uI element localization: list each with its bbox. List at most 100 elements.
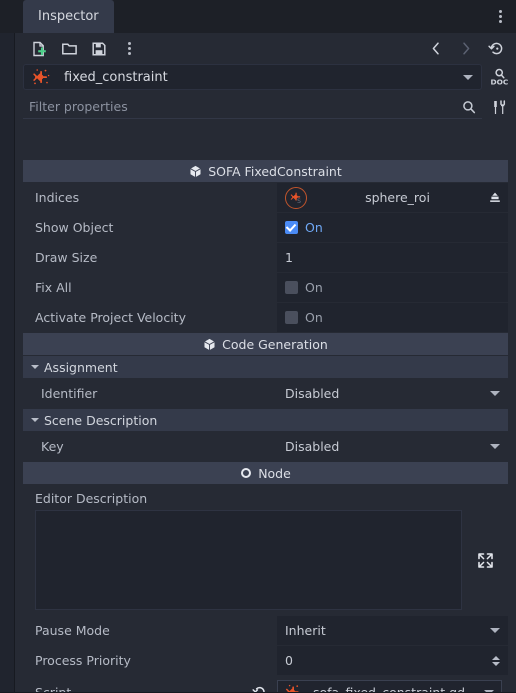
- subsection-header-scene-description[interactable]: Scene Description: [23, 409, 508, 431]
- history-rotate-icon: [487, 42, 502, 55]
- property-value-indices-text: sphere_roi: [365, 190, 430, 205]
- editor-description-textarea[interactable]: [35, 510, 462, 610]
- new-resource-button[interactable]: [25, 36, 53, 62]
- identifier-value-text: Disabled: [285, 386, 340, 401]
- property-label-fix-all: Fix All: [23, 273, 277, 302]
- open-resource-button[interactable]: [55, 36, 83, 62]
- object-selector-name: fixed_constraint: [64, 69, 168, 85]
- section-header-code-generation[interactable]: Code Generation: [23, 333, 508, 355]
- clear-node-icon[interactable]: [488, 191, 502, 205]
- chevron-down-icon: [31, 365, 39, 369]
- property-value-show-object[interactable]: On: [277, 213, 508, 242]
- svg-text:DOC: DOC: [490, 78, 508, 87]
- key-dropdown[interactable]: Disabled: [277, 432, 508, 461]
- property-row-fix-all: Fix All On: [23, 273, 508, 302]
- tab-inspector-label: Inspector: [38, 9, 99, 24]
- chevron-down-icon: [31, 418, 39, 422]
- properties-list: SOFA FixedConstraint Indices S sphere_ro…: [23, 160, 508, 693]
- filter-row: Filter properties: [15, 94, 516, 120]
- chevron-down-icon: [463, 74, 473, 80]
- svg-text:S: S: [297, 198, 301, 205]
- section-header-label: Node: [258, 465, 291, 481]
- property-label-indices: Indices: [23, 183, 277, 212]
- subsection-header-label: Scene Description: [44, 412, 158, 428]
- sofa-snowflake-icon: [33, 69, 50, 85]
- chevron-right-icon: [463, 42, 470, 55]
- editor-description-expand-button[interactable]: [462, 510, 508, 610]
- tab-menu-button[interactable]: [486, 0, 514, 33]
- object-selector[interactable]: fixed_constraint: [23, 64, 482, 90]
- filter-properties-input[interactable]: Filter properties: [23, 95, 482, 119]
- more-options-button[interactable]: [115, 36, 143, 62]
- property-row-show-object: Show Object On: [23, 213, 508, 242]
- history-back-button[interactable]: [422, 36, 450, 62]
- up-down-stepper-icon[interactable]: [492, 655, 500, 666]
- script-resource-field[interactable]: sofa_fixed_constraint.gd: [277, 679, 502, 693]
- property-row-indices: Indices S sphere_roi: [23, 183, 508, 212]
- property-value-fix-all[interactable]: On: [277, 273, 508, 302]
- history-forward-button[interactable]: [452, 36, 480, 62]
- property-row-process-priority: Process Priority 0: [23, 646, 508, 675]
- property-row-key: Key Disabled: [23, 432, 508, 461]
- property-label-script: Script: [23, 676, 277, 693]
- subsection-header-assignment[interactable]: Assignment: [23, 356, 508, 378]
- cube-icon: [190, 165, 201, 177]
- inspector-panel: fixed_constraint DOC Filter properties S…: [14, 33, 516, 693]
- pause-mode-dropdown[interactable]: Inherit: [277, 616, 508, 645]
- open-documentation-button[interactable]: DOC: [486, 64, 512, 90]
- property-value-indices[interactable]: S sphere_roi: [277, 183, 508, 212]
- open-documentation-icon: DOC: [490, 68, 508, 87]
- section-header-label: Code Generation: [222, 336, 328, 352]
- draw-size-value-text: 1: [285, 250, 293, 265]
- process-priority-stepper[interactable]: 0: [277, 646, 508, 675]
- property-label-editor-description: Editor Description: [23, 485, 508, 510]
- identifier-dropdown[interactable]: Disabled: [277, 379, 508, 408]
- property-label-key: Key: [23, 432, 277, 461]
- property-label-activate-project-velocity: Activate Project Velocity: [23, 303, 277, 332]
- expand-fullscreen-icon: [477, 552, 493, 568]
- key-value-text: Disabled: [285, 439, 340, 454]
- property-label-show-object: Show Object: [23, 213, 277, 242]
- show-object-checkbox[interactable]: [285, 221, 298, 234]
- process-priority-value-text: 0: [285, 653, 293, 668]
- vertical-dots-icon: [127, 42, 131, 55]
- section-header-label: SOFA FixedConstraint: [208, 163, 342, 179]
- folder-open-icon: [61, 43, 77, 54]
- circle-ring-icon: [241, 468, 252, 478]
- property-value-script: sofa_fixed_constraint.gd: [277, 676, 508, 693]
- chevron-down-icon: [490, 444, 500, 449]
- draw-size-input[interactable]: 1: [277, 243, 508, 272]
- chevron-down-icon: [490, 391, 500, 396]
- property-row-pause-mode: Pause Mode Inherit: [23, 616, 508, 645]
- property-label-draw-size: Draw Size: [23, 243, 277, 272]
- editor-description-wrap: [23, 510, 508, 610]
- save-resource-button[interactable]: [85, 36, 113, 62]
- activate-project-velocity-checkbox[interactable]: [285, 311, 298, 324]
- inspector-toolbar: [15, 33, 516, 64]
- tab-inspector[interactable]: Inspector: [23, 0, 114, 33]
- object-tools-button[interactable]: [486, 94, 512, 120]
- fix-all-checkbox[interactable]: [285, 281, 298, 294]
- property-row-identifier: Identifier Disabled: [23, 379, 508, 408]
- property-row-activate-project-velocity: Activate Project Velocity On: [23, 303, 508, 332]
- property-label-pause-mode: Pause Mode: [23, 616, 277, 645]
- property-row-script: Script sofa_fixed_constraint.gd: [23, 676, 508, 693]
- tab-bar: Inspector: [0, 0, 516, 33]
- activate-project-velocity-value-text: On: [305, 310, 323, 325]
- filter-placeholder: Filter properties: [29, 99, 128, 114]
- property-value-activate-project-velocity[interactable]: On: [277, 303, 508, 332]
- property-label-process-priority: Process Priority: [23, 646, 277, 675]
- cube-icon: [204, 338, 215, 350]
- pause-mode-value-text: Inherit: [285, 623, 326, 638]
- section-header-sofa-fixed-constraint[interactable]: SOFA FixedConstraint: [23, 160, 508, 182]
- sofa-node-circle-icon: S: [285, 186, 307, 209]
- history-menu-button[interactable]: [482, 36, 510, 62]
- property-label-identifier: Identifier: [23, 379, 277, 408]
- object-selector-row: fixed_constraint DOC: [15, 64, 516, 90]
- save-floppy-icon: [92, 41, 106, 56]
- inspector-panel-root: Inspector fixed_constraint DOC Filter pr…: [0, 0, 516, 693]
- section-header-node[interactable]: Node: [23, 462, 508, 484]
- property-row-draw-size: Draw Size 1: [23, 243, 508, 272]
- object-tools-icon: [493, 99, 505, 114]
- chevron-left-icon: [432, 42, 439, 55]
